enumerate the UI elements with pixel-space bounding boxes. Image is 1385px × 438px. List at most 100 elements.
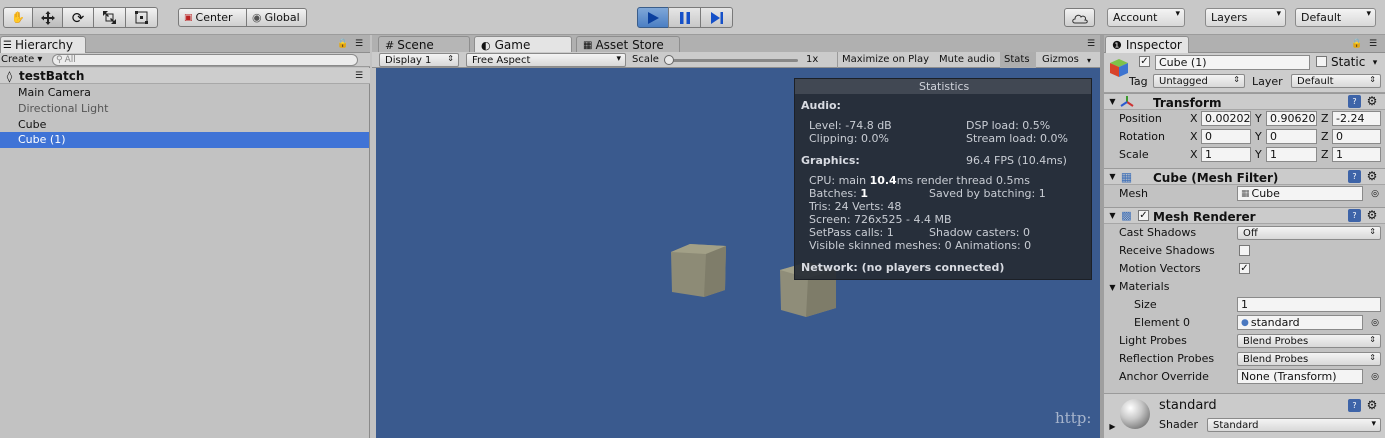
move-tool-button[interactable] (32, 7, 63, 28)
help-book-icon[interactable]: ? (1348, 95, 1361, 108)
gear-icon[interactable]: ⚙ (1364, 94, 1380, 108)
pause-button[interactable] (668, 7, 701, 28)
layout-dropdown[interactable]: Default (1295, 8, 1376, 27)
panel-menu-icon[interactable]: ☰ (352, 38, 366, 50)
hand-icon: ✋ (11, 11, 25, 24)
scale-y-field[interactable]: 1 (1266, 147, 1317, 162)
hierarchy-item-main-camera[interactable]: Main Camera (18, 86, 91, 99)
reflection-probes-dropdown[interactable]: Blend Probes (1237, 352, 1381, 366)
account-dropdown[interactable]: Account (1107, 8, 1185, 27)
center-panel-menu-icon[interactable]: ☰ (1084, 38, 1098, 50)
object-picker-icon[interactable]: ◎ (1369, 187, 1381, 200)
object-picker-icon[interactable]: ◎ (1369, 316, 1381, 329)
mesh-label: Mesh (1119, 187, 1148, 200)
tag-dropdown[interactable]: Untagged (1153, 74, 1245, 88)
audio-clipping: Clipping: 0.0% (809, 132, 889, 145)
materials-size-field[interactable]: 1 (1237, 297, 1381, 312)
position-x-field[interactable]: 0.00202 (1201, 111, 1251, 126)
cloud-button[interactable] (1064, 8, 1095, 27)
game-tab-label: Game (494, 38, 531, 52)
play-icon (648, 11, 659, 24)
tab-game[interactable]: ◐ Game (474, 36, 572, 53)
mesh-object-field[interactable]: ▦ Cube (1237, 186, 1363, 201)
layer-dropdown[interactable]: Default (1291, 74, 1381, 88)
static-checkbox[interactable] (1316, 56, 1327, 67)
light-probes-dropdown[interactable]: Blend Probes (1237, 334, 1381, 348)
rotate-tool-button[interactable]: ⟳ (62, 7, 94, 28)
graphics-tris-verts: Tris: 24 Verts: 48 (809, 200, 902, 213)
batches-prefix: Batches: (809, 187, 861, 200)
shader-dropdown[interactable]: Standard (1207, 418, 1381, 432)
rotation-y-field[interactable]: 0 (1266, 129, 1317, 144)
rotation-z-field[interactable]: 0 (1332, 129, 1381, 144)
tab-inspector[interactable]: ❶ Inspector (1105, 36, 1189, 53)
help-book-icon[interactable]: ? (1348, 399, 1361, 412)
stats-toggle[interactable]: Stats (1004, 54, 1030, 65)
rotation-x-field[interactable]: 0 (1201, 129, 1251, 144)
hierarchy-search-input[interactable]: ⚲ All (52, 54, 358, 66)
help-book-icon[interactable]: ? (1348, 209, 1361, 222)
gizmos-dropdown[interactable]: Gizmos (1042, 54, 1079, 65)
material-foldout-icon[interactable]: ▶ (1108, 420, 1117, 432)
inspector-menu-icon[interactable]: ☰ (1366, 38, 1380, 50)
hierarchy-item-cube[interactable]: Cube (18, 118, 46, 131)
foldout-arrow-icon[interactable]: ▼ (1108, 210, 1117, 221)
hierarchy-item-cube-1[interactable]: Cube (1) (0, 132, 369, 148)
play-button[interactable] (637, 7, 669, 28)
mesh-renderer-enabled-checkbox[interactable]: ✓ (1138, 210, 1149, 221)
rot-z-label: Z (1321, 130, 1329, 143)
mute-audio-toggle[interactable]: Mute audio (939, 54, 995, 65)
position-y-field[interactable]: 0.90620 (1266, 111, 1317, 126)
graphics-skinned: Visible skinned meshes: 0 Animations: 0 (809, 239, 1032, 252)
motion-vectors-checkbox[interactable]: ✓ (1239, 263, 1250, 274)
foldout-arrow-icon[interactable]: ▼ (1108, 171, 1117, 182)
hand-tool-button[interactable]: ✋ (3, 7, 33, 28)
scale-tool-button[interactable] (93, 7, 126, 28)
scale-x-field[interactable]: 1 (1201, 147, 1251, 162)
sc-y-label: Y (1255, 148, 1262, 161)
object-name-input[interactable]: Cube (1) (1155, 55, 1310, 70)
maximize-on-play-toggle[interactable]: Maximize on Play (842, 54, 929, 65)
rot-x-label: X (1190, 130, 1198, 143)
receive-shadows-checkbox[interactable] (1239, 245, 1250, 256)
global-space-button[interactable]: ◉ Global (246, 8, 307, 27)
gear-icon[interactable]: ⚙ (1364, 398, 1380, 412)
static-arrow-icon[interactable]: ▾ (1370, 57, 1380, 68)
rect-tool-button[interactable] (125, 7, 158, 28)
gizmos-arrow-icon[interactable]: ▾ (1084, 54, 1094, 66)
audio-level: Level: -74.8 dB (809, 119, 892, 132)
tab-hierarchy[interactable]: ☰ Hierarchy (0, 36, 86, 53)
layers-dropdown[interactable]: Layers (1205, 8, 1286, 27)
graphics-screen: Screen: 726x525 - 4.4 MB (809, 213, 952, 226)
scene-menu-icon[interactable]: ☰ (352, 70, 366, 82)
scale-slider-track[interactable] (666, 59, 798, 62)
pivot-center-button[interactable]: ▣ Center (178, 8, 247, 27)
reflection-probes-label: Reflection Probes (1119, 352, 1215, 365)
position-z-field[interactable]: -2.24 (1332, 111, 1381, 126)
scale-field-label: Scale (1119, 148, 1149, 161)
gear-icon[interactable]: ⚙ (1364, 208, 1380, 222)
help-book-icon[interactable]: ? (1348, 170, 1361, 183)
graphics-shadow-casters: Shadow casters: 0 (929, 226, 1030, 239)
cast-shadows-dropdown[interactable]: Off (1237, 226, 1381, 240)
transform-header[interactable] (1104, 93, 1385, 110)
hierarchy-item-directional-light[interactable]: Directional Light (18, 102, 108, 115)
scale-slider-thumb[interactable] (664, 55, 674, 65)
create-dropdown[interactable]: Create ▾ (1, 53, 42, 67)
rot-y-label: Y (1255, 130, 1262, 143)
step-button[interactable] (700, 7, 733, 28)
active-checkbox[interactable]: ✓ (1139, 56, 1150, 67)
inspector-lock-icon[interactable]: 🔒 (1351, 38, 1362, 50)
lock-icon[interactable]: 🔒 (337, 38, 348, 50)
anchor-override-field[interactable]: None (Transform) (1237, 369, 1363, 384)
object-picker-icon[interactable]: ◎ (1369, 370, 1381, 383)
gear-icon[interactable]: ⚙ (1364, 169, 1380, 183)
element-0-object-field[interactable]: ● standard (1237, 315, 1363, 330)
tab-asset-store[interactable]: ▦ Asset Store (576, 36, 680, 53)
aspect-dropdown[interactable]: Free Aspect (466, 53, 626, 67)
materials-foldout-icon[interactable]: ▼ (1108, 282, 1117, 293)
scale-z-field[interactable]: 1 (1332, 147, 1381, 162)
tab-scene[interactable]: # Scene (378, 36, 470, 53)
foldout-arrow-icon[interactable]: ▼ (1108, 96, 1117, 107)
display-dropdown[interactable]: Display 1 (379, 53, 459, 67)
